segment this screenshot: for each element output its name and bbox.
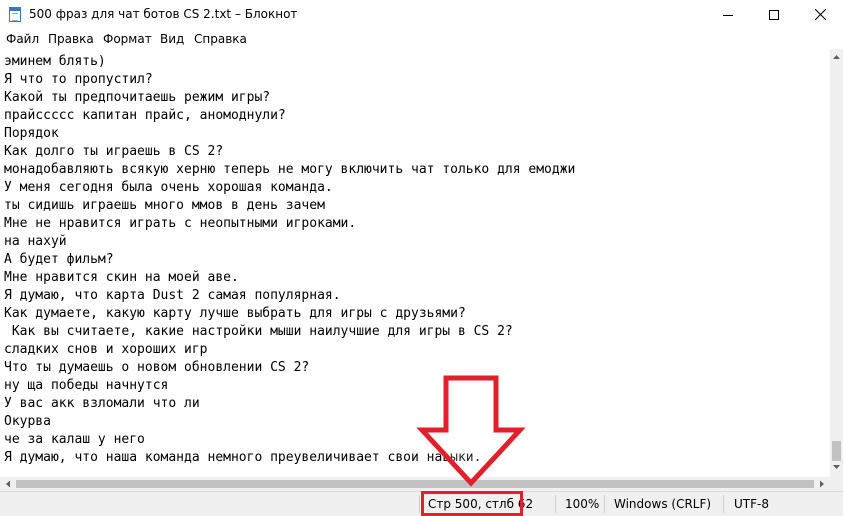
- menu-view[interactable]: Вид: [160, 32, 184, 46]
- close-icon: [814, 9, 826, 20]
- status-separator: [604, 495, 605, 513]
- status-separator: [419, 495, 420, 513]
- maximize-button[interactable]: [751, 0, 797, 29]
- status-separator: [723, 495, 724, 513]
- status-zoom: 100%: [565, 497, 600, 511]
- text-line: Как думаете, какую карту лучше выбрать д…: [4, 306, 466, 321]
- maximize-icon: [769, 9, 779, 20]
- text-line: Как долго ты играешь в CS 2?: [4, 144, 224, 159]
- scroll-up-icon[interactable]: [830, 51, 843, 63]
- scroll-left-icon[interactable]: [2, 477, 14, 491]
- text-line: прайсcccc капитан прайс, аномоднули?: [4, 108, 286, 123]
- text-line: эминем блять): [4, 54, 106, 69]
- text-line: Какой ты предпочитаешь режим игры?: [4, 90, 271, 105]
- horizontal-scroll-thumb[interactable]: [16, 480, 814, 488]
- title-bar[interactable]: 500 фраз для чат ботов CS 2.txt – Блокно…: [0, 0, 843, 29]
- close-button[interactable]: [797, 0, 843, 29]
- text-line: Мне нравится скин на моей аве.: [4, 270, 239, 285]
- text-line: ты сидишь играешь много ммов в день заче…: [4, 198, 325, 213]
- text-line: Я думаю, что карта Dust 2 самая популярн…: [4, 288, 341, 303]
- vertical-scroll-thumb[interactable]: [832, 441, 841, 461]
- scroll-down-icon[interactable]: [830, 461, 843, 473]
- window-title: 500 фраз для чат ботов CS 2.txt – Блокно…: [29, 7, 298, 21]
- text-line: Порядок: [4, 126, 59, 141]
- text-line: монадобавляють всякую херню теперь не мо…: [4, 162, 576, 177]
- horizontal-scrollbar[interactable]: [0, 477, 830, 491]
- scroll-right-icon[interactable]: [816, 477, 828, 491]
- status-separator: [555, 495, 556, 513]
- notepad-icon: [9, 7, 21, 22]
- text-line: Мне не нравится играть с неопытными игро…: [4, 216, 357, 231]
- text-editor[interactable]: эминем блять) Я что то пропустил? Какой …: [0, 49, 830, 477]
- status-line-endings: Windows (CRLF): [614, 497, 712, 511]
- menu-file[interactable]: Файл: [6, 32, 39, 46]
- menu-bar: Файл Правка Формат Вид Справка: [0, 29, 843, 49]
- scrollbar-corner: [830, 477, 843, 491]
- text-line: сладких снов и хороших игр: [4, 342, 208, 357]
- minimize-icon: [723, 14, 733, 16]
- text-line: на нахуй: [4, 234, 67, 249]
- text-line: У меня сегодня была очень хорошая команд…: [4, 180, 333, 195]
- text-line: А будет фильм?: [4, 252, 114, 267]
- text-line: Я что то пропустил?: [4, 72, 153, 87]
- minimize-button[interactable]: [705, 0, 751, 29]
- menu-format[interactable]: Формат: [103, 32, 152, 46]
- down-arrow-icon: [416, 375, 526, 487]
- status-highlight-box: [421, 491, 523, 516]
- status-encoding: UTF-8: [734, 497, 769, 511]
- menu-edit[interactable]: Правка: [48, 32, 94, 46]
- text-line: Как вы считаете, какие настройки мыши на…: [4, 324, 513, 339]
- vertical-scrollbar[interactable]: [830, 49, 843, 477]
- menu-help[interactable]: Справка: [194, 32, 247, 46]
